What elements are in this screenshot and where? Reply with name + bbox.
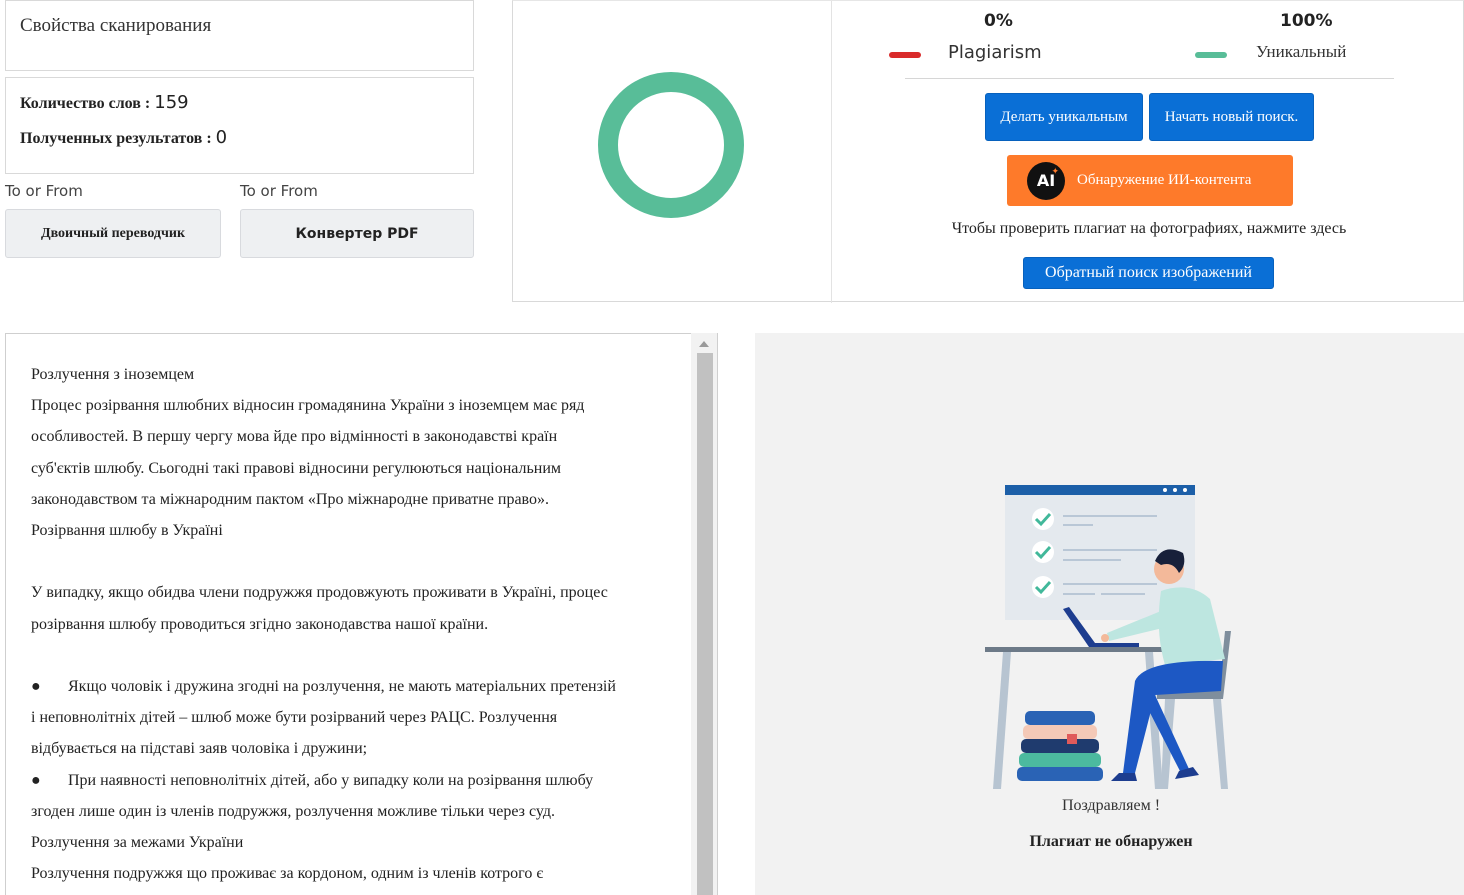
uniqueness-donut-chart (598, 72, 744, 218)
scan-stats-panel: Количество слов : 159 Полученных результ… (5, 77, 474, 174)
editor-line: і неповнолітніх дітей – шлюб може бути р… (31, 709, 558, 727)
results-count-value: 0 (215, 127, 228, 148)
editor-line: Процес розірвання шлюбних відносин грома… (31, 397, 585, 415)
scrollbar-thumb[interactable] (697, 353, 713, 895)
editor-line: суб'єктів шлюбу. Сьогодні такі правові в… (31, 459, 562, 477)
editor-content[interactable]: Розлучення з іноземцем Процес розірвання … (31, 359, 681, 889)
editor-line: особливостей. В першу чергу мова йде про… (31, 428, 558, 446)
editor-blank-line (31, 546, 681, 577)
legend-divider (905, 78, 1394, 79)
unique-percent: 100% (1280, 11, 1333, 31)
editor-line: ● При наявності неповнолітніх дітей, або … (31, 765, 681, 796)
scan-properties-title: Свойства сканирования (20, 15, 212, 36)
binary-translator-button[interactable]: Двоичный переводчик (5, 209, 221, 258)
unique-ring (598, 72, 744, 218)
person-at-laptop-illustration (985, 485, 1231, 789)
editor-line-text: При наявності неповнолітніх дітей, або у… (68, 771, 594, 789)
books-icon (1017, 711, 1103, 781)
text-editor[interactable]: Розлучення з іноземцем Процес розірвання … (5, 333, 718, 895)
ai-content-detection-label: Обнаружение ИИ-контента (1077, 172, 1252, 188)
unique-legend-swatch (1195, 52, 1227, 58)
sparkle-icon: ✦ (1051, 166, 1059, 177)
editor-line: розірвання шлюбу проводиться згідно зако… (31, 615, 489, 633)
check-icon (1032, 541, 1054, 563)
editor-scrollbar[interactable] (691, 333, 717, 895)
results-count-row: Полученных результатов : 0 (20, 127, 227, 148)
pdf-converter-button[interactable]: Конвертер PDF (240, 209, 474, 258)
make-unique-button[interactable]: Делать уникальным (985, 93, 1143, 141)
editor-line: Розірвання шлюбу в Україні (31, 522, 223, 540)
result-illustration-panel: Поздравляем ! Плагиат не обнаружен (755, 333, 1464, 895)
ai-icon: AI ✦ (1027, 161, 1065, 200)
editor-line-text: Якщо чоловік і дружина згодні на розлуче… (68, 678, 616, 695)
scroll-up-arrow-icon[interactable] (699, 341, 709, 347)
plagiarism-percent: 0% (984, 11, 1013, 31)
desk (985, 647, 1167, 652)
editor-line: Розлучення подружжя що проживає за кордо… (31, 865, 544, 883)
congrats-text: Поздравляем ! (1061, 797, 1161, 814)
bullet-icon: ● (31, 771, 41, 789)
word-count-value: 159 (154, 92, 189, 113)
plagiarism-not-found-text: Плагиат не обнаружен (1029, 833, 1193, 850)
editor-line: відбувається на підставі заяв чоловіка і… (31, 740, 368, 758)
editor-line: згоден лише один із членів подружжя, роз… (31, 802, 556, 820)
image-plagiarism-hint: Чтобы проверить плагиат на фотографиях, … (951, 220, 1347, 237)
bullet-icon: ● (31, 678, 41, 695)
plagiarism-legend-label: Plagiarism (948, 42, 1042, 63)
check-icon (1032, 576, 1054, 598)
editor-blank-line (31, 640, 681, 671)
tool-caption-pdf: To or From (240, 182, 318, 200)
tool-caption-binary: To or From (5, 182, 83, 200)
unique-legend-label: Уникальный (1256, 42, 1347, 61)
new-search-button[interactable]: Начать новый поиск. (1149, 93, 1314, 141)
check-icon (1032, 508, 1054, 530)
editor-line: Розлучення за межами України (31, 834, 244, 852)
editor-line: ● Якщо чоловік і дружина згодні на розлуч… (31, 671, 681, 702)
word-count-label: Количество слов : (20, 95, 155, 112)
plagiarism-legend-swatch (889, 52, 921, 58)
word-count-row: Количество слов : 159 (20, 92, 189, 113)
ai-content-detection-button[interactable]: AI ✦ Обнаружение ИИ-контента (1007, 155, 1293, 206)
results-divider (831, 1, 832, 303)
results-count-label: Полученных результатов : (20, 130, 216, 147)
scan-properties-panel: Свойства сканирования (5, 0, 474, 71)
editor-line: Розлучення з іноземцем (31, 366, 195, 383)
reverse-image-search-button[interactable]: Обратный поиск изображений (1023, 257, 1274, 289)
editor-line: законодавством та міжнародним пактом «Пр… (31, 490, 549, 508)
editor-line: У випадку, якщо обидва члени подружжя пр… (31, 584, 608, 602)
results-panel: 0% 100% Plagiarism Уникальный Делать уни… (512, 0, 1464, 303)
